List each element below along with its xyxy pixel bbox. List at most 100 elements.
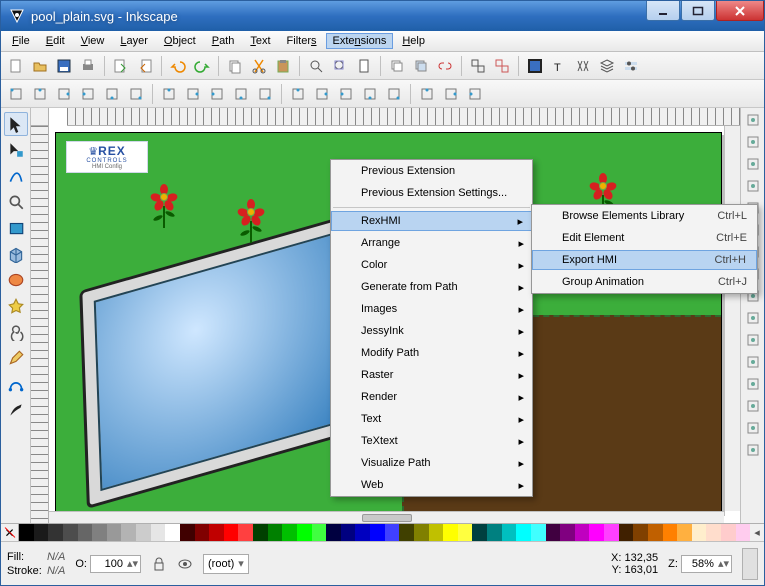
- ext-menu-item[interactable]: Generate from Path▸: [331, 276, 532, 298]
- ext-menu-item[interactable]: Raster▸: [331, 364, 532, 386]
- snap-btn-10[interactable]: [745, 332, 761, 348]
- snap-btn-0[interactable]: [745, 112, 761, 128]
- toolbar2-btn-15[interactable]: [335, 83, 357, 105]
- star-tool[interactable]: [4, 294, 28, 318]
- swatch[interactable]: [619, 524, 634, 541]
- menu-help[interactable]: Help: [395, 33, 432, 49]
- swatch[interactable]: [297, 524, 312, 541]
- snap-btn-3[interactable]: [745, 178, 761, 194]
- menu-edit[interactable]: Edit: [39, 33, 72, 49]
- layers-icon[interactable]: [596, 55, 618, 77]
- swatch[interactable]: [48, 524, 63, 541]
- snap-btn-13[interactable]: [745, 398, 761, 414]
- ext-menu-item[interactable]: Previous Extension Settings...: [331, 182, 532, 204]
- ext-menu-item[interactable]: Visualize Path▸: [331, 452, 532, 474]
- swatch[interactable]: [253, 524, 268, 541]
- swatch[interactable]: [268, 524, 283, 541]
- ext-menu-item[interactable]: Modify Path▸: [331, 342, 532, 364]
- swatch[interactable]: [195, 524, 210, 541]
- fill-stroke-icon[interactable]: [524, 55, 546, 77]
- toolbar2-btn-5[interactable]: [125, 83, 147, 105]
- toolbar2-btn-17[interactable]: [383, 83, 405, 105]
- rexhmi-menu-item[interactable]: Export HMICtrl+H: [532, 250, 757, 270]
- select-tool[interactable]: [4, 112, 28, 136]
- scrollbar-horizontal[interactable]: [49, 511, 724, 523]
- swatch[interactable]: [355, 524, 370, 541]
- ext-menu-item[interactable]: Arrange▸: [331, 232, 532, 254]
- rexhmi-menu-item[interactable]: Group AnimationCtrl+J: [532, 271, 757, 293]
- toolbar2-btn-8[interactable]: [182, 83, 204, 105]
- swatch[interactable]: [736, 524, 751, 541]
- unlink-icon[interactable]: [434, 55, 456, 77]
- redo-icon[interactable]: [191, 55, 213, 77]
- swatch[interactable]: [721, 524, 736, 541]
- zoom-tool[interactable]: [4, 190, 28, 214]
- toolbar2-btn-13[interactable]: [287, 83, 309, 105]
- close-button[interactable]: [716, 1, 764, 21]
- new-file-icon[interactable]: [5, 55, 27, 77]
- save-icon[interactable]: [53, 55, 75, 77]
- open-icon[interactable]: [29, 55, 51, 77]
- zoom-spinner[interactable]: ▴▾: [681, 555, 732, 573]
- swatch[interactable]: [209, 524, 224, 541]
- snap-btn-11[interactable]: [745, 354, 761, 370]
- menu-extensions[interactable]: Extensions: [326, 33, 394, 49]
- undo-icon[interactable]: [167, 55, 189, 77]
- swatch[interactable]: [560, 524, 575, 541]
- export-icon[interactable]: [134, 55, 156, 77]
- snap-btn-1[interactable]: [745, 134, 761, 150]
- ext-menu-item[interactable]: Text▸: [331, 408, 532, 430]
- snap-btn-15[interactable]: [745, 442, 761, 458]
- snap-btn-9[interactable]: [745, 310, 761, 326]
- swatch[interactable]: [370, 524, 385, 541]
- print-icon[interactable]: [77, 55, 99, 77]
- toolbar2-btn-20[interactable]: [440, 83, 462, 105]
- zoom-page-icon[interactable]: [353, 55, 375, 77]
- copy-icon[interactable]: [224, 55, 246, 77]
- duplicate-icon[interactable]: [386, 55, 408, 77]
- swatch[interactable]: [385, 524, 400, 541]
- swatch[interactable]: [487, 524, 502, 541]
- toolbar2-btn-11[interactable]: [254, 83, 276, 105]
- swatch[interactable]: [63, 524, 78, 541]
- menu-object[interactable]: Object: [157, 33, 203, 49]
- ext-menu-item[interactable]: Images▸: [331, 298, 532, 320]
- calligraphy-tool[interactable]: [4, 398, 28, 422]
- ext-menu-item[interactable]: TeXtext▸: [331, 430, 532, 452]
- toolbar2-btn-10[interactable]: [230, 83, 252, 105]
- toolbar2-btn-0[interactable]: [5, 83, 27, 105]
- swatch[interactable]: [151, 524, 166, 541]
- node-tool[interactable]: [4, 138, 28, 162]
- zoom-fit-icon[interactable]: [305, 55, 327, 77]
- toolbar2-btn-7[interactable]: [158, 83, 180, 105]
- ext-menu-item[interactable]: Previous Extension: [331, 160, 532, 182]
- toolbar2-btn-3[interactable]: [77, 83, 99, 105]
- swatch[interactable]: [706, 524, 721, 541]
- opacity-spinner[interactable]: ▴▾: [90, 555, 141, 573]
- menu-layer[interactable]: Layer: [113, 33, 155, 49]
- ellipse-tool[interactable]: [4, 268, 28, 292]
- scrollbar-vertical[interactable]: [724, 126, 740, 511]
- swatch[interactable]: [589, 524, 604, 541]
- swatch[interactable]: [180, 524, 195, 541]
- swatch-none[interactable]: ✕: [1, 524, 19, 541]
- layer-selector[interactable]: (root)▾: [203, 554, 249, 574]
- swatch[interactable]: [648, 524, 663, 541]
- swatch[interactable]: [531, 524, 546, 541]
- import-icon[interactable]: [110, 55, 132, 77]
- paste-icon[interactable]: [272, 55, 294, 77]
- swatch[interactable]: [107, 524, 122, 541]
- swatch[interactable]: [604, 524, 619, 541]
- menu-view[interactable]: View: [74, 33, 112, 49]
- swatch[interactable]: [341, 524, 356, 541]
- rexhmi-menu-item[interactable]: Browse Elements LibraryCtrl+L: [532, 205, 757, 227]
- toolbar2-btn-9[interactable]: [206, 83, 228, 105]
- rect-tool[interactable]: [4, 216, 28, 240]
- tweak-tool[interactable]: [4, 164, 28, 188]
- swatch[interactable]: [92, 524, 107, 541]
- swatch[interactable]: [78, 524, 93, 541]
- ext-menu-item[interactable]: JessyInk▸: [331, 320, 532, 342]
- swatch[interactable]: [663, 524, 678, 541]
- toolbar2-btn-1[interactable]: [29, 83, 51, 105]
- swatch[interactable]: [19, 524, 34, 541]
